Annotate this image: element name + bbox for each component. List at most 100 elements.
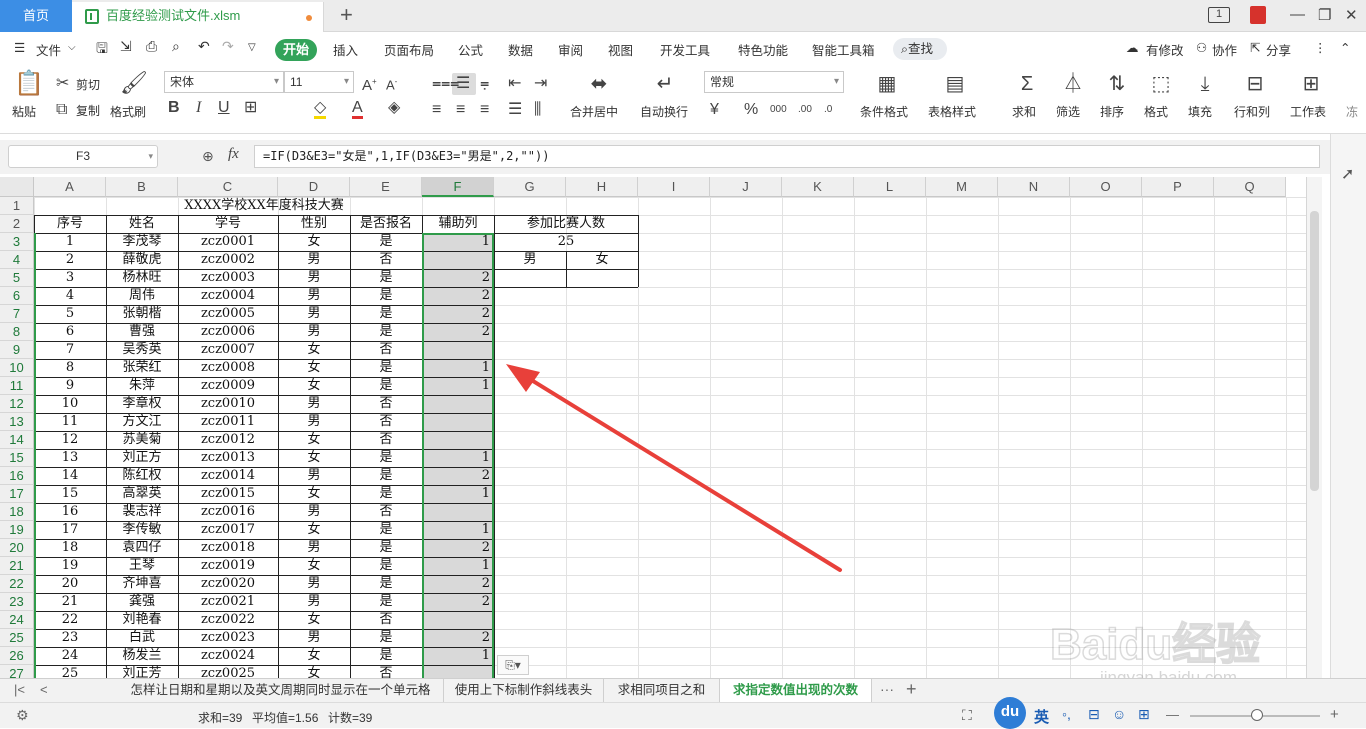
new-tab-button[interactable]: +	[340, 4, 353, 26]
sheet-tab-active[interactable]: 求指定数值出现的次数	[720, 679, 872, 702]
search-button[interactable]: ⌕查找	[893, 38, 947, 60]
ime-grid-icon[interactable]: ⊞	[1138, 706, 1150, 723]
undo-icon[interactable]: ↶	[198, 38, 210, 55]
format-button[interactable]: 格式	[1144, 103, 1168, 120]
indent-decrease-icon[interactable]: ⇤	[508, 76, 521, 92]
fill-icon[interactable]: ⤓	[1194, 74, 1216, 94]
vertical-scrollbar[interactable]	[1306, 177, 1322, 678]
spreadsheet-grid[interactable]: ABCDEFGHIJKLMNOPQ 1 2 3 4 5 6 7 8 9 10 11 12 13 14 15 1…	[0, 177, 1306, 678]
merge-center-button[interactable]: 合并居中	[570, 103, 618, 120]
underline-button[interactable]: U	[218, 100, 230, 116]
add-sheet-icon[interactable]: +	[906, 679, 917, 700]
menu-item-formulas[interactable]: 公式	[458, 40, 483, 59]
quick-access-more-icon[interactable]: ▽	[248, 42, 256, 53]
scroll-thumb[interactable]	[1310, 211, 1319, 491]
more-sheets-icon[interactable]: ···	[880, 681, 894, 697]
file-menu[interactable]: 文件	[36, 40, 61, 59]
first-sheet-icon[interactable]: |<	[14, 682, 25, 697]
sum-icon[interactable]: Σ	[1016, 74, 1038, 94]
fill-button[interactable]: 填充	[1188, 103, 1212, 120]
font-size-select[interactable]: 11	[284, 71, 354, 93]
decrease-font-icon[interactable]: A-	[386, 74, 397, 93]
sum-button[interactable]: 求和	[1012, 103, 1036, 120]
conditional-format-icon[interactable]: ▦	[876, 74, 898, 94]
prev-sheet-icon[interactable]: <	[40, 682, 48, 697]
align-middle-icon[interactable]: ☰	[456, 76, 470, 92]
collab-button[interactable]: 协作	[1212, 40, 1237, 59]
menu-item-review[interactable]: 审阅	[558, 40, 583, 59]
table-style-icon[interactable]: ▤	[944, 74, 966, 94]
font-color-icon[interactable]: A	[352, 100, 363, 119]
filter-icon[interactable]: ⏃	[1062, 74, 1084, 94]
font-name-select[interactable]: 宋体	[164, 71, 284, 93]
conditional-format-button[interactable]: 条件格式	[860, 103, 908, 120]
worksheet-button[interactable]: 工作表	[1290, 103, 1326, 120]
zoom-out-icon[interactable]: —	[1166, 707, 1179, 722]
format-icon[interactable]: ⬚	[1150, 74, 1172, 94]
align-left-icon[interactable]: ≡	[432, 102, 441, 118]
number-format-select[interactable]: 常规	[704, 71, 844, 93]
chevron-down-icon[interactable]: ⌵	[68, 42, 76, 53]
menu-toggle-icon[interactable]: ☰	[14, 40, 25, 55]
increase-font-icon[interactable]: A+	[362, 74, 377, 94]
menu-item-insert[interactable]: 插入	[333, 40, 358, 59]
sheet-tab[interactable]: 怎样让日期和星期以及英文周期同时显示在一个单元格	[118, 679, 444, 702]
sort-icon[interactable]: ⇅	[1106, 74, 1128, 94]
redo-icon[interactable]: ↷	[222, 38, 234, 55]
fullscreen-icon[interactable]: ⛶	[962, 707, 972, 724]
ime-user-icon[interactable]: ☺	[1112, 706, 1126, 722]
wrap-text-button[interactable]: 自动换行	[640, 103, 688, 120]
percent-icon[interactable]: %	[744, 102, 758, 118]
bold-button[interactable]: B	[168, 100, 180, 116]
zoom-slider-thumb[interactable]	[1251, 709, 1263, 721]
row-col-button[interactable]: 行和列	[1234, 103, 1270, 120]
format-painter-icon[interactable]: 🖌	[120, 72, 148, 94]
sort-button[interactable]: 排序	[1100, 103, 1124, 120]
app-badge-icon[interactable]	[1250, 6, 1266, 24]
name-box[interactable]: F3	[8, 145, 158, 168]
print-icon[interactable]: ⎙	[146, 38, 157, 55]
indent-increase-icon[interactable]: ⇥	[534, 76, 547, 92]
distributed-icon[interactable]: ⫼	[534, 102, 541, 118]
pointer-icon[interactable]: ➚	[1341, 164, 1354, 184]
macro-icon[interactable]: ⚙	[16, 707, 29, 724]
menu-item-data[interactable]: 数据	[508, 40, 533, 59]
filter-button[interactable]: 筛选	[1056, 103, 1080, 120]
save-icon[interactable]: 🖫	[96, 38, 108, 62]
has-edits-button[interactable]: 有修改	[1146, 40, 1184, 59]
italic-button[interactable]: I	[196, 100, 201, 116]
ime-logo-icon[interactable]: du	[994, 697, 1026, 729]
menu-item-start[interactable]: 开始	[275, 39, 317, 61]
row-col-icon[interactable]: ⊟	[1244, 74, 1266, 94]
share-button[interactable]: 分享	[1266, 40, 1291, 59]
share-icon[interactable]: ⇱	[1250, 40, 1260, 55]
menu-item-developer[interactable]: 开发工具	[660, 40, 710, 59]
copy-button[interactable]: 复制	[76, 102, 100, 119]
restore-icon[interactable]: ❐	[1318, 6, 1331, 24]
export-icon[interactable]: ⇲	[120, 38, 132, 55]
cut-button[interactable]: 剪切	[76, 76, 100, 93]
menu-item-page-layout[interactable]: 页面布局	[384, 40, 434, 59]
close-icon[interactable]: ✕	[1345, 6, 1358, 24]
align-bottom-icon[interactable]: ⩦	[480, 76, 489, 92]
merge-center-icon[interactable]: ⬌	[588, 74, 610, 94]
borders-icon[interactable]: ⊞	[244, 100, 257, 116]
scissors-icon[interactable]: ✂	[56, 76, 69, 92]
table-style-button[interactable]: 表格样式	[928, 103, 976, 120]
home-tab[interactable]: 首页	[0, 0, 72, 32]
ime-language[interactable]: 英	[1034, 706, 1049, 727]
justify-icon[interactable]: ☰	[508, 102, 522, 118]
clear-format-icon[interactable]: ◈	[388, 100, 400, 116]
fx-icon[interactable]: fx	[228, 146, 239, 163]
ime-punct-icon[interactable]: ◦,	[1062, 706, 1071, 722]
fill-color-icon[interactable]: ◇	[314, 100, 327, 119]
print-preview-icon[interactable]: ⌕	[172, 38, 180, 55]
cloud-icon[interactable]: ☁	[1126, 40, 1139, 55]
menu-item-view[interactable]: 视图	[608, 40, 633, 59]
freeze-button[interactable]: 冻	[1346, 103, 1358, 120]
file-tab[interactable]: 百度经验测试文件.xlsm	[72, 2, 324, 32]
align-center-icon[interactable]: ≡	[456, 102, 465, 118]
page-indicator-icon[interactable]: 1	[1208, 7, 1230, 23]
worksheet-icon[interactable]: ⊞	[1300, 74, 1322, 94]
decrease-decimal-icon[interactable]: .0	[824, 102, 832, 118]
